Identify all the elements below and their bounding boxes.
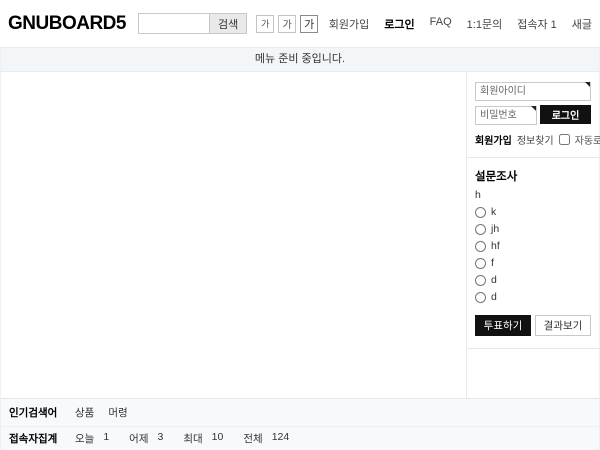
menu-placeholder-bar: 메뉴 준비 중입니다.	[1, 47, 599, 72]
search-box: 검색	[138, 13, 247, 34]
stat-today: 오늘 1	[75, 431, 109, 446]
poll-option-label: hf	[491, 240, 500, 252]
poll-option-label: f	[491, 257, 494, 269]
poll-question: h	[475, 189, 591, 201]
font-reset-button[interactable]: 가	[278, 15, 296, 33]
top-nav: 회원가입 로그인 FAQ 1:1문의 접속자 1 새글	[329, 16, 592, 32]
poll-option[interactable]: d	[475, 274, 591, 286]
nav-new[interactable]: 새글	[572, 16, 592, 32]
site-logo[interactable]: GNUBOARD5	[8, 13, 126, 35]
font-size-buttons: 가 가 가	[256, 15, 318, 33]
poll-option[interactable]: jh	[475, 223, 591, 235]
poll-option-label: jh	[491, 223, 499, 235]
stat-total: 전체 124	[243, 431, 289, 446]
poll-option-label: k	[491, 206, 496, 218]
poll-radio[interactable]	[475, 258, 486, 269]
auto-login-checkbox[interactable]	[559, 134, 570, 145]
poll-option[interactable]: d	[475, 291, 591, 303]
popular-keywords-row: 인기검색어 상품 머령	[1, 398, 599, 426]
poll-title: 설문조사	[475, 168, 591, 184]
keyword-link[interactable]: 상품	[75, 405, 94, 420]
nav-register[interactable]: 회원가입	[329, 16, 369, 32]
content-area: 로그인 회원가입 정보찾기 자동로그인 설문조사 h k	[1, 72, 599, 398]
poll-radio[interactable]	[475, 207, 486, 218]
nav-login[interactable]: 로그인	[384, 16, 414, 32]
poll-option[interactable]: hf	[475, 240, 591, 252]
poll-radio[interactable]	[475, 275, 486, 286]
search-input[interactable]	[138, 13, 210, 34]
header: GNUBOARD5 검색 가 가 가 회원가입 로그인 FAQ 1:1문의 접속…	[0, 0, 600, 47]
poll-radio[interactable]	[475, 224, 486, 235]
stat-yesterday: 어제 3	[129, 431, 163, 446]
poll-box: 설문조사 h k jh hf f	[475, 158, 591, 349]
vote-button[interactable]: 투표하기	[475, 315, 531, 336]
find-info-link[interactable]: 정보찾기	[517, 132, 554, 147]
sidebar: 로그인 회원가입 정보찾기 자동로그인 설문조사 h k	[466, 72, 599, 398]
main-empty-area	[1, 72, 466, 398]
login-box: 로그인 회원가입 정보찾기 자동로그인	[475, 81, 591, 158]
required-marker-icon	[531, 106, 536, 111]
required-marker-icon	[585, 82, 590, 87]
poll-option[interactable]: f	[475, 257, 591, 269]
poll-option[interactable]: k	[475, 206, 591, 218]
visitor-stats-label: 접속자집계	[9, 431, 75, 446]
poll-results-button[interactable]: 결과보기	[535, 315, 591, 336]
font-smaller-button[interactable]: 가	[256, 15, 274, 33]
auto-login-label: 자동로그인	[575, 132, 600, 147]
login-button[interactable]: 로그인	[540, 105, 591, 124]
poll-radio[interactable]	[475, 292, 486, 303]
popular-keywords-label: 인기검색어	[9, 405, 75, 420]
join-link[interactable]: 회원가입	[475, 132, 512, 147]
poll-option-label: d	[491, 274, 497, 286]
divider	[467, 348, 599, 349]
nav-faq[interactable]: FAQ	[430, 16, 452, 32]
stat-max: 최대 10	[183, 431, 223, 446]
nav-connect[interactable]: 접속자 1	[517, 16, 557, 32]
search-button[interactable]: 검색	[209, 13, 247, 34]
visitor-stats-row: 접속자집계 오늘 1 어제 3 최대 10 전체 124	[1, 426, 599, 450]
password-input[interactable]	[475, 106, 537, 125]
keyword-link[interactable]: 머령	[108, 405, 127, 420]
nav-qa[interactable]: 1:1문의	[467, 16, 503, 32]
member-id-input[interactable]	[475, 82, 591, 101]
poll-radio[interactable]	[475, 241, 486, 252]
font-larger-button[interactable]: 가	[300, 15, 318, 33]
poll-option-label: d	[491, 291, 497, 303]
page-container: 메뉴 준비 중입니다. 로그인 회원가입 정	[0, 47, 600, 450]
